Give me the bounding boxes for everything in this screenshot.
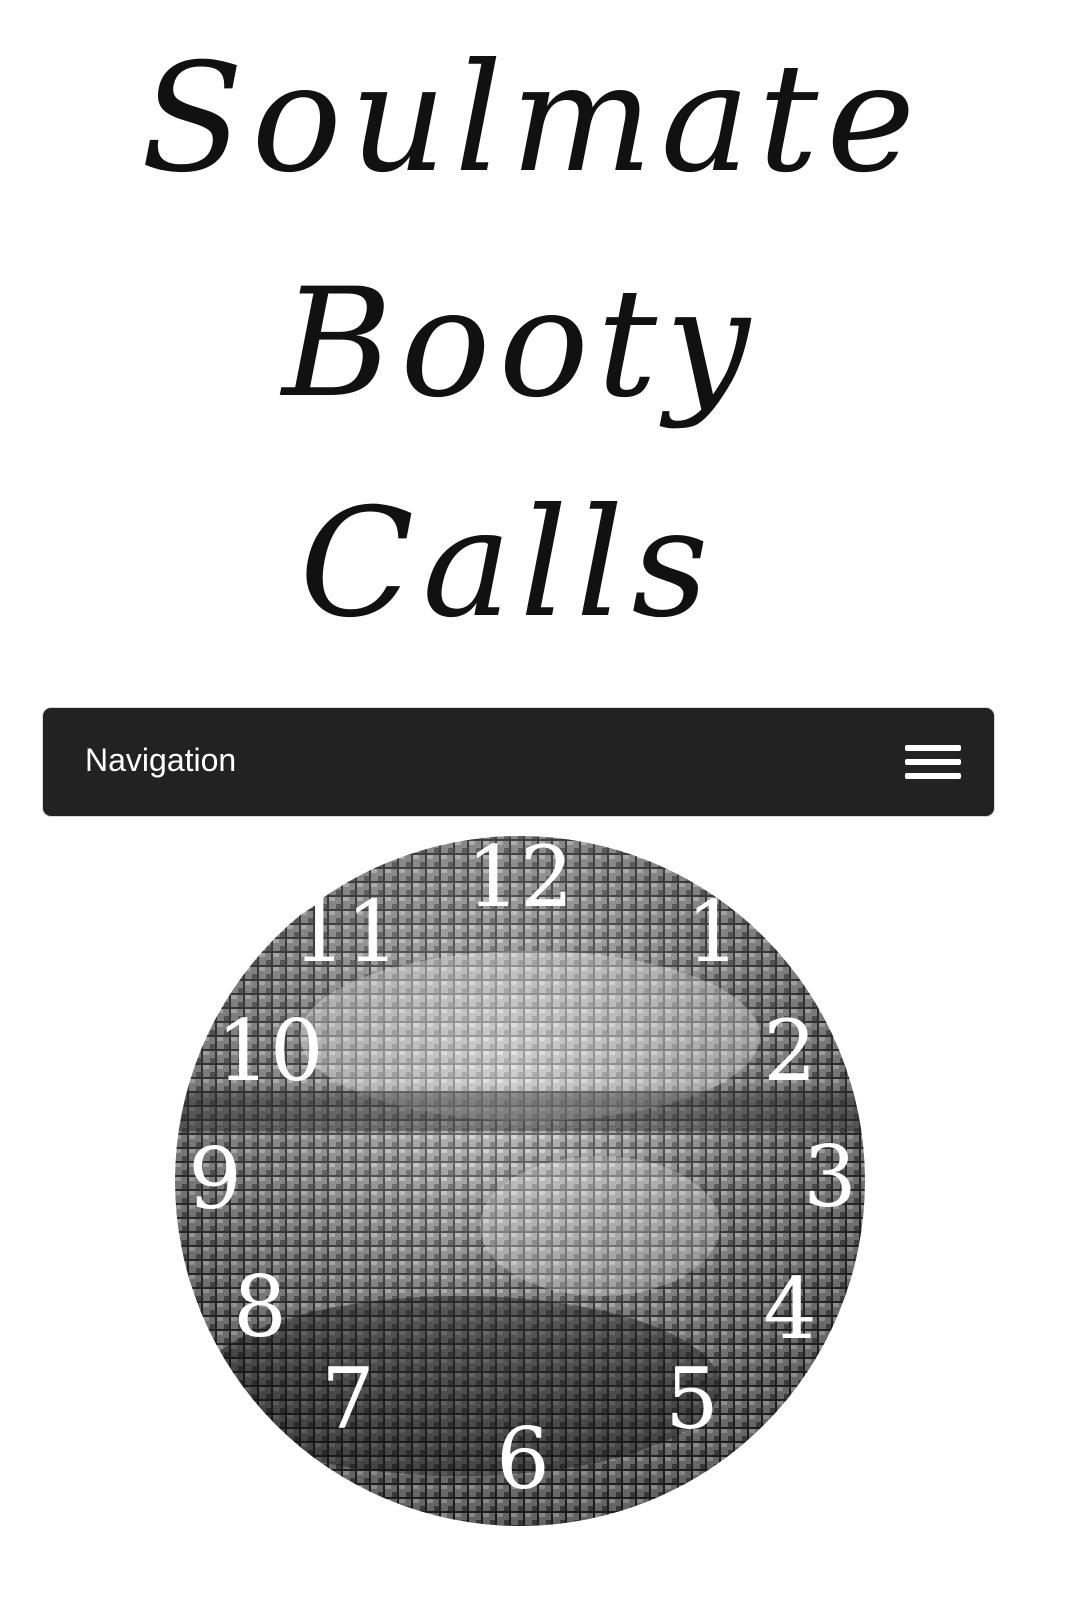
disco-ball-clock-graphic: 12 1 2 3 4 5 6 7 8 9 10 11	[175, 828, 865, 1526]
numeral-5: 5	[665, 1350, 718, 1448]
hamburger-menu-icon[interactable]	[902, 740, 964, 786]
title-line-1: Soulmate	[141, 32, 923, 206]
numeral-4: 4	[763, 1260, 816, 1358]
menu-bar-top	[905, 745, 961, 751]
numeral-3: 3	[803, 1128, 856, 1226]
site-title[interactable]: Soulmate Booty Calls	[0, 20, 1065, 660]
numeral-10: 10	[217, 1002, 324, 1100]
title-line-3: Calls	[299, 477, 716, 651]
title-line-2: Booty	[279, 257, 758, 431]
numeral-8: 8	[233, 1258, 286, 1356]
numeral-7: 7	[321, 1350, 374, 1448]
disco-ball-clock: 12 1 2 3 4 5 6 7 8 9 10 11	[160, 826, 880, 1526]
numeral-2: 2	[763, 1002, 816, 1100]
menu-bar-bottom	[905, 773, 961, 779]
navigation-bar[interactable]: Navigation	[43, 708, 994, 816]
numeral-1: 1	[686, 883, 739, 981]
numeral-9: 9	[188, 1130, 241, 1228]
numeral-12: 12	[467, 828, 574, 926]
menu-bar-middle	[905, 759, 961, 765]
navigation-label[interactable]: Navigation	[85, 742, 236, 779]
numeral-11: 11	[293, 883, 400, 981]
numeral-6: 6	[496, 1410, 549, 1508]
